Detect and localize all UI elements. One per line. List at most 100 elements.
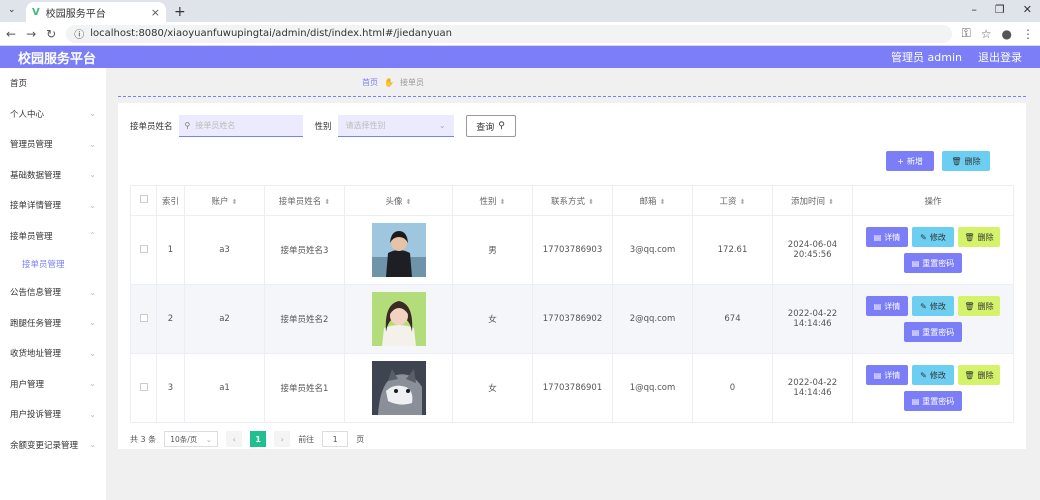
sort-icon[interactable]: ⬍ bbox=[588, 198, 594, 206]
sidebar-item-profile[interactable]: 个人中心 ⌄ bbox=[0, 99, 106, 130]
col-email[interactable]: 邮箱 ⬍ bbox=[612, 185, 693, 216]
forward-icon[interactable]: → bbox=[26, 27, 36, 41]
col-account[interactable]: 账户 ⬍ bbox=[184, 185, 265, 216]
sort-icon[interactable]: ⬍ bbox=[740, 198, 746, 206]
col-account-label: 账户 bbox=[211, 196, 229, 207]
profile-icon[interactable]: ● bbox=[1002, 27, 1012, 41]
url-field[interactable]: ⓘ localhost:8080/xiaoyuanfuwupingtai/adm… bbox=[66, 24, 952, 43]
current-page[interactable]: 1 bbox=[250, 431, 267, 447]
breadcrumb-current: 接单员 bbox=[399, 77, 424, 87]
sidebar-item-basedata[interactable]: 基础数据管理 ⌄ bbox=[0, 160, 106, 191]
col-salary[interactable]: 工资 ⬍ bbox=[692, 185, 773, 216]
sort-icon[interactable]: ⬍ bbox=[406, 198, 412, 206]
reset-password-button[interactable]: ▤ 重置密码 bbox=[904, 391, 962, 411]
row-checkbox[interactable] bbox=[139, 313, 148, 322]
gender-select[interactable]: 请选择性别 ⌄ bbox=[337, 115, 454, 137]
goto-page-input[interactable]: 1 bbox=[322, 431, 349, 447]
next-page-button[interactable]: › bbox=[274, 431, 291, 447]
browser-tab[interactable]: V 校园服务平台 × bbox=[26, 2, 166, 22]
avatar-image-2[interactable] bbox=[371, 292, 426, 346]
edit-label: 修改 bbox=[929, 232, 946, 242]
row-checkbox-cell[interactable] bbox=[130, 353, 157, 423]
row-checkbox[interactable] bbox=[139, 382, 148, 391]
row-checkbox-cell[interactable] bbox=[130, 284, 157, 354]
maximize-icon[interactable]: ❐ bbox=[995, 3, 1005, 16]
col-name[interactable]: 接单员姓名 ⬍ bbox=[264, 185, 345, 216]
sidebar-item-notices[interactable]: 公告信息管理 ⌄ bbox=[0, 277, 106, 308]
avatar-image-3[interactable] bbox=[371, 361, 426, 415]
detail-button[interactable]: ▤ 详情 bbox=[866, 365, 908, 385]
sidebar-item-order-details[interactable]: 接单详情管理 ⌄ bbox=[0, 190, 106, 221]
col-gender[interactable]: 性别 ⬍ bbox=[452, 185, 533, 216]
sidebar-item-label: 收货地址管理 bbox=[10, 349, 62, 360]
sort-icon[interactable]: ⬍ bbox=[500, 198, 506, 206]
document-icon: ▤ bbox=[911, 327, 920, 337]
cell-phone: 17703786901 bbox=[532, 353, 613, 423]
bookmark-star-icon[interactable]: ☆ bbox=[981, 27, 992, 41]
chevron-up-icon: ⌃ bbox=[89, 231, 96, 241]
reset-password-button[interactable]: ▤ 重置密码 bbox=[904, 253, 962, 273]
minimize-icon[interactable]: – bbox=[971, 3, 977, 16]
edit-button[interactable]: ✎ 修改 bbox=[912, 296, 954, 316]
cell-salary: 172.61 bbox=[692, 215, 773, 285]
back-icon[interactable]: ← bbox=[6, 27, 16, 41]
select-all-checkbox[interactable] bbox=[139, 195, 148, 203]
sort-icon[interactable]: ⬍ bbox=[828, 198, 834, 206]
row-checkbox[interactable] bbox=[139, 244, 148, 253]
col-avatar-label: 头像 bbox=[385, 196, 403, 207]
delete-button[interactable]: 🗑 删除 bbox=[958, 365, 1000, 385]
delete-button[interactable]: 🗑 删除 bbox=[958, 227, 1000, 247]
edit-button[interactable]: ✎ 修改 bbox=[912, 365, 954, 385]
cell-actions: ▤ 详情 ✎ 修改 🗑 删除 ▤ 重置密码 bbox=[852, 353, 1014, 423]
col-avatar[interactable]: 头像 ⬍ bbox=[344, 185, 453, 216]
cell-gender: 男 bbox=[452, 215, 533, 285]
query-button[interactable]: 查询 ⚲ bbox=[465, 115, 516, 137]
name-search-input[interactable]: ⚲ 接单员姓名 bbox=[178, 115, 303, 137]
tab-list-icon[interactable]: ⌄ bbox=[8, 5, 16, 15]
col-phone[interactable]: 联系方式 ⬍ bbox=[532, 185, 613, 216]
sort-icon[interactable]: ⬍ bbox=[232, 198, 238, 206]
row-checkbox-cell[interactable] bbox=[130, 215, 157, 285]
reset-label: 重置密码 bbox=[922, 327, 955, 337]
new-tab-button[interactable]: + bbox=[174, 4, 186, 20]
logout-link[interactable]: 退出登录 bbox=[978, 49, 1022, 65]
detail-label: 详情 bbox=[884, 370, 901, 380]
edit-label: 修改 bbox=[929, 370, 946, 380]
detail-button[interactable]: ▤ 详情 bbox=[866, 227, 908, 247]
sidebar-item-admins[interactable]: 管理员管理 ⌄ bbox=[0, 129, 106, 160]
window-close-icon[interactable]: ✕ bbox=[1023, 3, 1032, 16]
cell-name: 接单员姓名1 bbox=[264, 353, 345, 423]
add-button[interactable]: + 新增 bbox=[886, 151, 934, 171]
sidebar-item-couriers[interactable]: 接单员管理 ⌃ bbox=[0, 221, 106, 252]
sidebar-item-users[interactable]: 用户管理 ⌄ bbox=[0, 369, 106, 400]
batch-delete-button[interactable]: 🗑 删除 bbox=[942, 151, 990, 171]
sidebar-item-home[interactable]: 首页 bbox=[0, 68, 106, 99]
sidebar-item-balance-log[interactable]: 余额变更记录管理 ⌄ bbox=[0, 430, 106, 461]
detail-button[interactable]: ▤ 详情 bbox=[866, 296, 908, 316]
sidebar-subitem-courier-manage[interactable]: 接单员管理 bbox=[0, 251, 106, 277]
delete-button[interactable]: 🗑 删除 bbox=[958, 296, 1000, 316]
page-size-select[interactable]: 10条/页 ⌄ bbox=[164, 431, 219, 447]
col-time[interactable]: 添加时间 ⬍ bbox=[772, 185, 853, 216]
sort-icon[interactable]: ⬍ bbox=[324, 198, 330, 206]
key-icon[interactable]: ⚿ bbox=[962, 26, 971, 41]
sort-icon[interactable]: ⬍ bbox=[660, 198, 666, 206]
cell-salary: 0 bbox=[692, 353, 773, 423]
sidebar-item-errands[interactable]: 跑腿任务管理 ⌄ bbox=[0, 308, 106, 339]
reload-icon[interactable]: ↻ bbox=[46, 27, 56, 41]
sidebar-item-complaints[interactable]: 用户投诉管理 ⌄ bbox=[0, 399, 106, 430]
breadcrumb-home[interactable]: 首页 bbox=[362, 77, 378, 88]
tab-close-icon[interactable]: × bbox=[151, 6, 160, 19]
sidebar-item-addresses[interactable]: 收货地址管理 ⌄ bbox=[0, 338, 106, 369]
reset-password-button[interactable]: ▤ 重置密码 bbox=[904, 322, 962, 342]
url-text: localhost:8080/xiaoyuanfuwupingtai/admin… bbox=[90, 28, 452, 39]
prev-page-button[interactable]: ‹ bbox=[226, 431, 243, 447]
divider bbox=[118, 96, 1026, 97]
site-info-icon[interactable]: ⓘ bbox=[74, 26, 84, 41]
avatar-image-1[interactable] bbox=[371, 223, 426, 277]
select-all-cell[interactable] bbox=[130, 185, 157, 216]
edit-button[interactable]: ✎ 修改 bbox=[912, 227, 954, 247]
chevron-down-icon: ⌄ bbox=[89, 318, 96, 328]
menu-dots-icon[interactable]: ⋮ bbox=[1022, 27, 1034, 41]
gender-placeholder: 请选择性别 bbox=[345, 121, 386, 130]
